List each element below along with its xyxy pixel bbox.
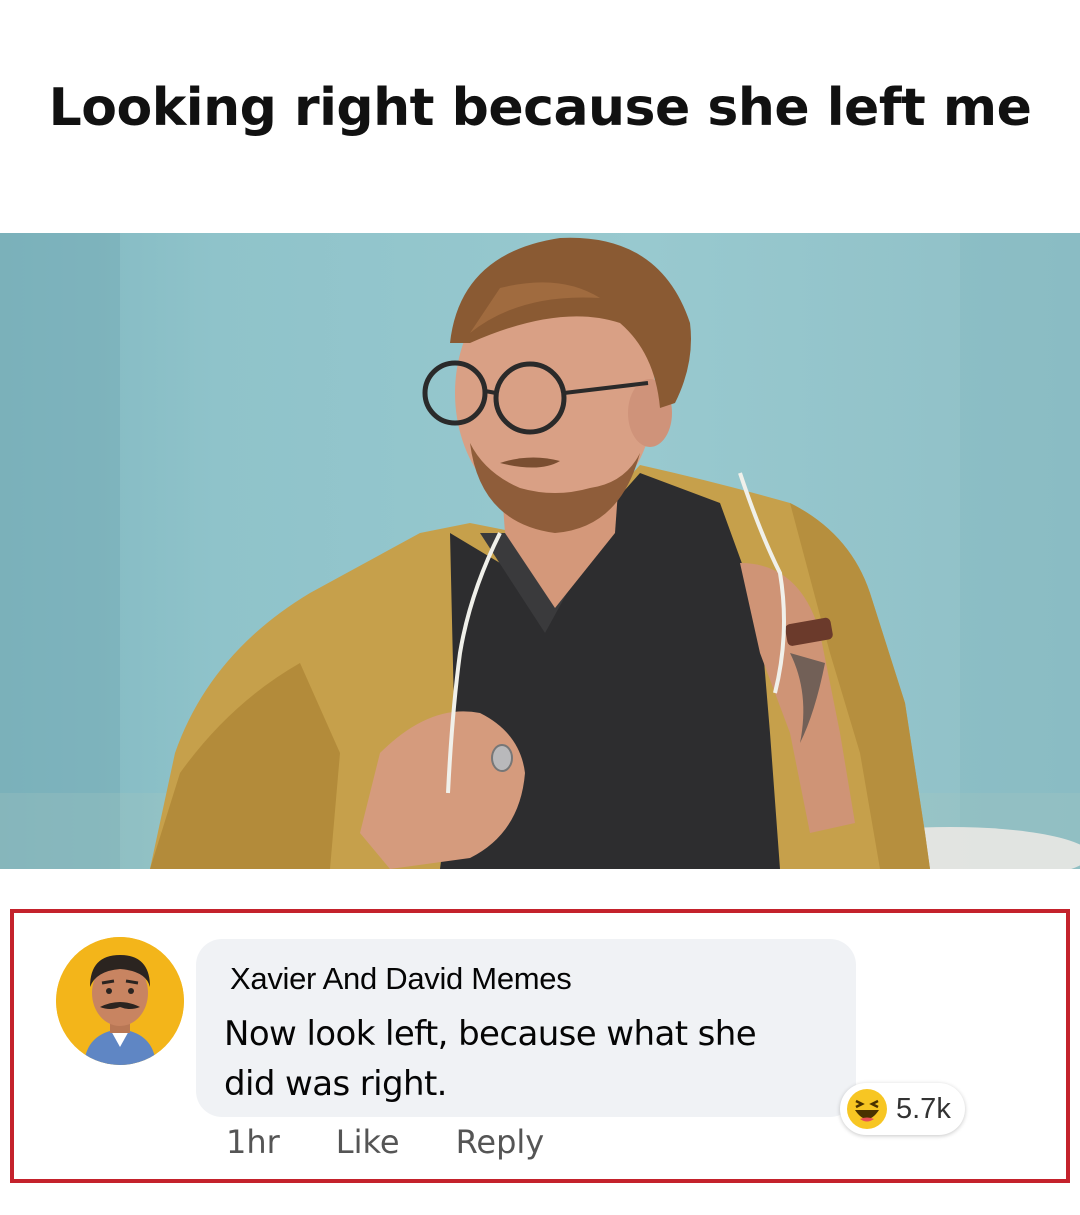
- meme-photo: [0, 233, 1080, 869]
- comment-highlight-frame: Xavier And David Memes Now look left, be…: [10, 909, 1070, 1183]
- reaction-summary[interactable]: 5.7k: [840, 1083, 965, 1135]
- haha-emoji-icon: [847, 1089, 887, 1129]
- meme-caption: Looking right because she left me: [48, 78, 1032, 138]
- comment-text-line: did was right.: [224, 1064, 447, 1104]
- comment-author[interactable]: Xavier And David Memes: [230, 961, 572, 997]
- comment-text: Now look left, because what she did was …: [224, 1009, 824, 1109]
- comment-bubble: Xavier And David Memes Now look left, be…: [196, 939, 856, 1117]
- comment-text-line: Now look left, because what she: [224, 1014, 757, 1054]
- avatar[interactable]: [56, 937, 184, 1065]
- comment-actions: 1hr Like Reply: [226, 1123, 544, 1161]
- like-button[interactable]: Like: [336, 1123, 400, 1161]
- reply-button[interactable]: Reply: [456, 1123, 545, 1161]
- reaction-count: 5.7k: [896, 1092, 951, 1125]
- cartoon-man-avatar-icon: [56, 937, 184, 1065]
- comment-timestamp[interactable]: 1hr: [226, 1123, 280, 1161]
